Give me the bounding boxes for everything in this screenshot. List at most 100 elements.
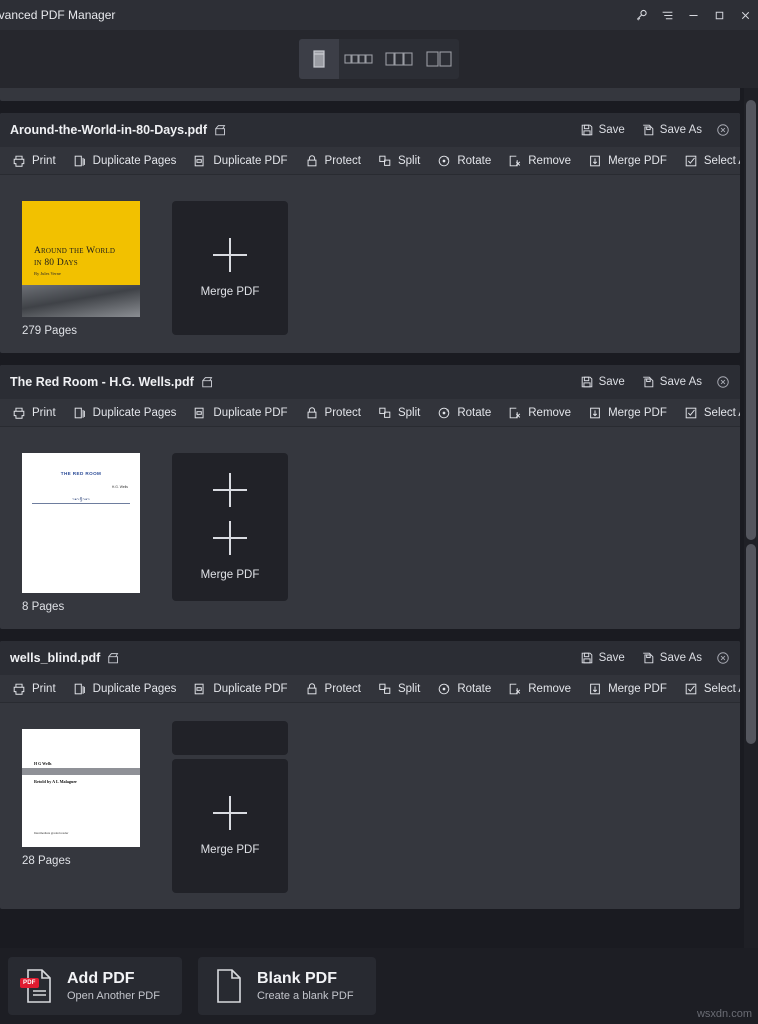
tool-duplicate-pdf[interactable]: Duplicate PDF — [193, 154, 288, 168]
tool-protect[interactable]: Protect — [305, 406, 361, 420]
cover-title: THE RED ROOM — [60, 471, 102, 476]
tool-duplicate-pages[interactable]: Duplicate Pages — [73, 682, 177, 696]
cover-artifact-text: H G Wells — [34, 761, 52, 766]
tool-merge-pdf[interactable]: Merge PDF — [588, 406, 667, 420]
save-as-button[interactable]: Save As — [641, 123, 702, 137]
tool-remove-label: Remove — [528, 406, 572, 419]
cover-image: THE RED ROOM H.G. Wells ~•~§~•~ — [22, 453, 140, 593]
minimize-icon[interactable] — [680, 0, 706, 30]
page-stack: THE RED ROOM H.G. Wells ~•~§~•~ — [22, 453, 140, 593]
blank-pdf-title: Blank PDF — [256, 970, 337, 987]
tool-select-all[interactable]: Select All — [684, 154, 740, 168]
tool-split[interactable]: Split — [378, 682, 420, 696]
tool-print[interactable]: Print — [12, 406, 56, 420]
page-thumbnail[interactable]: THE RED ROOM H.G. Wells ~•~§~•~ 8 Pages — [22, 445, 140, 613]
cover-author: By Jules Verne — [34, 271, 61, 276]
add-pdf-subtitle: Open Another PDF — [67, 990, 160, 1002]
tool-rotate[interactable]: Rotate — [437, 154, 491, 168]
tool-split-label: Split — [397, 406, 421, 419]
key-icon[interactable] — [628, 0, 654, 30]
save-label: Save — [598, 652, 625, 664]
cover-footer: Intermediate graded reader — [34, 831, 69, 835]
close-file-icon[interactable] — [716, 651, 730, 665]
save-as-button[interactable]: Save As — [641, 651, 702, 665]
tool-duplicate-pages[interactable]: Duplicate Pages — [73, 406, 177, 420]
add-pdf-button[interactable]: PDF Add PDF Open Another PDF — [8, 957, 182, 1015]
tool-duplicate-pages-label: Duplicate Pages — [92, 682, 177, 695]
tool-remove[interactable]: Remove — [508, 154, 571, 168]
save-button[interactable]: Save — [580, 375, 625, 389]
save-as-label: Save As — [659, 124, 702, 136]
merge-pdf-tile[interactable]: Merge PDF — [172, 201, 288, 335]
tool-duplicate-pages[interactable]: Duplicate Pages — [73, 154, 176, 168]
watermark: wsxdn.com — [696, 1008, 752, 1020]
tool-print-label: Print — [32, 154, 56, 167]
file-name: The Red Room - H.G. Wells.pdf — [10, 375, 194, 389]
tool-protect[interactable]: Protect — [305, 682, 361, 696]
merge-pdf-tile[interactable]: Merge PDF — [172, 453, 288, 601]
tool-select-all-label: Select All — [703, 682, 740, 695]
tool-rotate[interactable]: Rotate — [437, 406, 491, 420]
blank-pdf-button[interactable]: Blank PDF Create a blank PDF — [197, 957, 376, 1015]
rename-icon[interactable] — [107, 651, 121, 665]
close-file-icon[interactable] — [716, 375, 730, 389]
file-card: The Red Room - H.G. Wells.pdf Save Save … — [0, 365, 740, 629]
view-mode-single-page[interactable] — [299, 39, 339, 79]
page-thumbnail[interactable]: Around the World in 80 Days By Jules Ver… — [22, 193, 140, 337]
save-as-button[interactable]: Save As — [641, 375, 702, 389]
file-card: Around-the-World-in-80-Days.pdf Save Sav… — [0, 113, 740, 353]
menu-icon[interactable] — [654, 0, 680, 30]
rename-icon[interactable] — [214, 123, 228, 137]
save-label: Save — [598, 124, 625, 136]
view-mode-three-column[interactable] — [379, 39, 419, 79]
view-mode-two-column[interactable] — [419, 39, 459, 79]
merge-pdf-tile[interactable]: Merge PDF — [172, 759, 288, 893]
title-bar: dvanced PDF Manager — [0, 0, 758, 30]
plus-icon-artifact — [213, 521, 247, 555]
tool-merge-pdf[interactable]: Merge PDF — [588, 154, 667, 168]
view-mode-bar — [0, 30, 758, 88]
tool-merge-pdf[interactable]: Merge PDF — [588, 682, 667, 696]
tool-print-label: Print — [32, 406, 56, 419]
window-title: dvanced PDF Manager — [0, 8, 116, 22]
page-count-label: 28 Pages — [22, 855, 71, 867]
cover-image: Around the World in 80 Days By Jules Ver… — [22, 201, 140, 317]
merge-tile-cell: Merge PDF — [172, 193, 288, 335]
save-button[interactable]: Save — [580, 651, 625, 665]
tool-remove[interactable]: Remove — [508, 682, 571, 696]
page-thumbnail[interactable]: H G Wells The Country of the Blind Retol… — [22, 721, 140, 867]
rename-icon[interactable] — [201, 375, 215, 389]
tool-duplicate-pdf[interactable]: Duplicate PDF — [193, 682, 288, 696]
application-window: dvanced PDF Manager Around-the-World-in-… — [0, 0, 758, 1024]
save-as-label: Save As — [659, 376, 702, 388]
close-file-icon[interactable] — [716, 123, 730, 137]
tool-print[interactable]: Print — [12, 154, 56, 168]
tool-duplicate-pages-label: Duplicate Pages — [92, 406, 177, 419]
tool-merge-pdf-label: Merge PDF — [608, 682, 667, 695]
file-list: 300 Pages Around-the-World-in-80-Days.pd… — [0, 88, 758, 921]
close-icon[interactable] — [732, 0, 758, 30]
plus-icon — [213, 238, 247, 272]
scrollbar-thumb-secondary[interactable] — [746, 544, 756, 744]
tool-split[interactable]: Split — [378, 154, 420, 168]
tool-split[interactable]: Split — [378, 406, 420, 420]
scrollbar-thumb[interactable] — [746, 100, 756, 540]
cover-band — [22, 285, 140, 317]
tool-remove-label: Remove — [528, 682, 572, 695]
save-button[interactable]: Save — [580, 123, 625, 137]
tool-select-all[interactable]: Select All — [684, 406, 740, 420]
cover-ornament: ~•~§~•~ — [68, 497, 94, 503]
tool-select-all[interactable]: Select All — [684, 682, 740, 696]
vertical-scrollbar[interactable] — [744, 88, 758, 948]
tool-print[interactable]: Print — [12, 682, 56, 696]
maximize-icon[interactable] — [706, 0, 732, 30]
tool-rotate[interactable]: Rotate — [437, 682, 491, 696]
file-list-scroll-region[interactable]: 300 Pages Around-the-World-in-80-Days.pd… — [0, 88, 758, 948]
tool-protect[interactable]: Protect — [305, 154, 361, 168]
plus-icon — [213, 473, 247, 507]
view-mode-four-column[interactable] — [339, 39, 379, 79]
tool-remove[interactable]: Remove — [508, 406, 571, 420]
merge-tile-label: Merge PDF — [200, 844, 260, 856]
file-card: wells_blind.pdf Save Save As Print Dupli… — [0, 641, 740, 909]
tool-duplicate-pdf[interactable]: Duplicate PDF — [193, 406, 288, 420]
